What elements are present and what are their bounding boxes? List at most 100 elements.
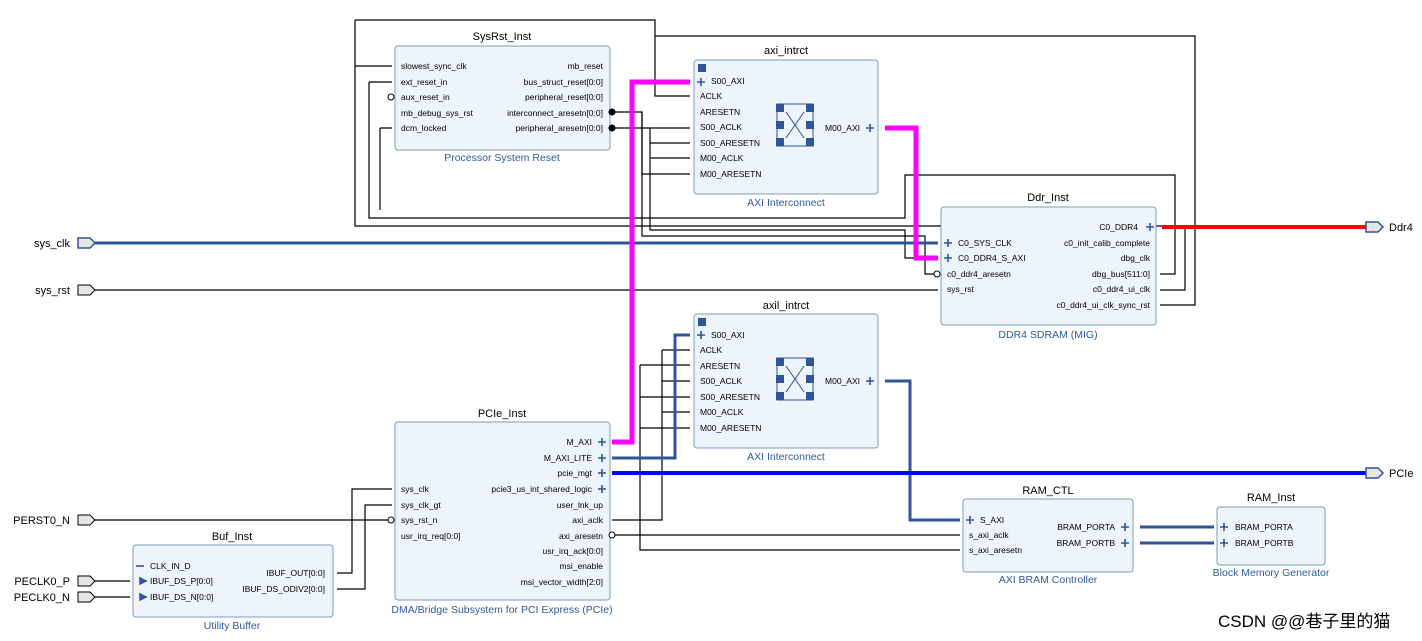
svg-text:S00_AXI: S00_AXI [711, 330, 745, 340]
watermark: CSDN @@巷子里的猫 [1218, 612, 1390, 631]
svg-text:ext_reset_in: ext_reset_in [401, 77, 448, 87]
port-pcie[interactable]: PCIe [1365, 467, 1413, 480]
svg-text:s_axi_aclk: s_axi_aclk [969, 530, 1009, 540]
svg-text:pcie_mgt: pcie_mgt [558, 468, 593, 478]
svg-text:PECLK0_N: PECLK0_N [14, 592, 70, 604]
svg-text:bus_struct_reset[0:0]: bus_struct_reset[0:0] [524, 77, 603, 87]
svg-text:AXI BRAM Controller: AXI BRAM Controller [999, 574, 1098, 586]
svg-text:S00_ARESETN: S00_ARESETN [700, 138, 760, 148]
svg-text:C0_SYS_CLK: C0_SYS_CLK [958, 238, 1012, 248]
port-sys-rst[interactable]: sys_rst [35, 284, 96, 297]
svg-text:M00_ARESETN: M00_ARESETN [700, 169, 761, 179]
port-ddr4[interactable]: Ddr4 [1365, 221, 1413, 234]
block-axil-intrct[interactable]: axil_intrct S00_AXI ACLK ARESETN S00_ACL… [693, 300, 879, 463]
svg-text:IBUF_DS_N[0:0]: IBUF_DS_N[0:0] [150, 592, 213, 602]
port-peclk0-n[interactable]: PECLK0_N [14, 591, 96, 604]
svg-text:RAM_CTL: RAM_CTL [1022, 485, 1073, 497]
svg-text:aux_reset_in: aux_reset_in [401, 92, 450, 102]
axi2-output: M00_AXI [825, 376, 860, 386]
svg-text:IBUF_DS_P[0:0]: IBUF_DS_P[0:0] [150, 576, 213, 586]
svg-text:axil_intrct: axil_intrct [763, 300, 809, 312]
svg-text:c0_init_calib_complete: c0_init_calib_complete [1064, 238, 1150, 248]
svg-text:AXI Interconnect: AXI Interconnect [747, 197, 825, 209]
svg-text:peripheral_aresetn[0:0]: peripheral_aresetn[0:0] [516, 123, 603, 133]
svg-text:c0_ddr4_aresetn: c0_ddr4_aresetn [947, 269, 1011, 279]
svg-text:SysRst_Inst: SysRst_Inst [473, 31, 532, 43]
svg-text:user_lnk_up: user_lnk_up [557, 500, 604, 510]
svg-text:sys_rst_n: sys_rst_n [401, 515, 438, 525]
svg-text:Buf_Inst: Buf_Inst [212, 531, 252, 543]
svg-text:axi_intrct: axi_intrct [764, 45, 808, 57]
svg-text:Block Memory Generator: Block Memory Generator [1213, 567, 1330, 579]
block-ddr[interactable]: Ddr_Inst C0_SYS_CLK C0_DDR4_S_AXI c0_ddr… [933, 192, 1157, 341]
svg-text:S_AXI: S_AXI [980, 515, 1004, 525]
svg-text:sys_rst: sys_rst [947, 284, 975, 294]
svg-text:BRAM_PORTB: BRAM_PORTB [1057, 538, 1116, 548]
svg-text:PECLK0_P: PECLK0_P [14, 576, 70, 588]
block-ram-ctl[interactable]: RAM_CTL S_AXI s_axi_aclk s_axi_aresetn B… [962, 485, 1134, 586]
svg-text:mb_debug_sys_rst: mb_debug_sys_rst [401, 108, 473, 118]
svg-text:CLK_IN_D: CLK_IN_D [150, 561, 191, 571]
svg-text:msi_vector_width[2:0]: msi_vector_width[2:0] [521, 577, 603, 587]
block-axi-intrct[interactable]: axi_intrct S00_AXI ACLK ARESETN S00_ACLK… [693, 45, 879, 209]
svg-text:usr_irq_req[0:0]: usr_irq_req[0:0] [401, 531, 461, 541]
svg-text:PCIe: PCIe [1389, 468, 1413, 480]
svg-text:S00_ARESETN: S00_ARESETN [700, 392, 760, 402]
svg-text:axi_aresetn: axi_aresetn [559, 531, 603, 541]
svg-text:IBUF_DS_ODIV2[0:0]: IBUF_DS_ODIV2[0:0] [242, 584, 325, 594]
svg-text:c0_ddr4_ui_clk: c0_ddr4_ui_clk [1093, 284, 1151, 294]
svg-text:ARESETN: ARESETN [700, 107, 740, 117]
block-sysrst[interactable]: SysRst_Inst slowest_sync_clk ext_reset_i… [387, 31, 616, 164]
svg-text:ACLK: ACLK [700, 345, 723, 355]
svg-text:DDR4 SDRAM (MIG): DDR4 SDRAM (MIG) [998, 329, 1097, 341]
svg-text:M_AXI: M_AXI [566, 437, 592, 447]
svg-text:BRAM_PORTB: BRAM_PORTB [1235, 538, 1294, 548]
svg-text:msi_enable: msi_enable [560, 561, 604, 571]
port-perst0-n[interactable]: PERST0_N [13, 514, 96, 527]
svg-text:pcie3_us_int_shared_logic: pcie3_us_int_shared_logic [491, 484, 592, 494]
svg-text:M00_ARESETN: M00_ARESETN [700, 423, 761, 433]
svg-text:s_axi_aresetn: s_axi_aresetn [969, 545, 1022, 555]
port-sys-clk[interactable]: sys_clk [34, 237, 97, 250]
svg-text:usr_irq_ack[0:0]: usr_irq_ack[0:0] [543, 546, 603, 556]
svg-text:RAM_Inst: RAM_Inst [1247, 492, 1295, 504]
svg-text:M00_ACLK: M00_ACLK [700, 407, 744, 417]
block-buf[interactable]: Buf_Inst CLK_IN_D IBUF_DS_P[0:0] IBUF_DS… [132, 531, 334, 632]
svg-text:axi_aclk: axi_aclk [572, 515, 603, 525]
svg-text:M00_ACLK: M00_ACLK [700, 153, 744, 163]
svg-text:sys_clk: sys_clk [401, 484, 430, 494]
svg-text:sys_clk: sys_clk [34, 238, 71, 250]
svg-text:peripheral_reset[0:0]: peripheral_reset[0:0] [525, 92, 603, 102]
svg-text:S00_AXI: S00_AXI [711, 76, 745, 86]
svg-text:Ddr4: Ddr4 [1389, 222, 1413, 234]
svg-text:ACLK: ACLK [700, 91, 723, 101]
svg-text:S00_ACLK: S00_ACLK [700, 376, 742, 386]
svg-text:DMA/Bridge Subsystem for PCI E: DMA/Bridge Subsystem for PCI Express (PC… [391, 604, 612, 616]
port-peclk0-p[interactable]: PECLK0_P [14, 575, 96, 588]
svg-text:c0_ddr4_ui_clk_sync_rst: c0_ddr4_ui_clk_sync_rst [1056, 300, 1150, 310]
block-ram[interactable]: RAM_Inst BRAM_PORTA BRAM_PORTB Block Mem… [1213, 492, 1330, 579]
svg-text:dcm_locked: dcm_locked [401, 123, 447, 133]
svg-text:PCIe_Inst: PCIe_Inst [478, 408, 526, 420]
svg-text:C0_DDR4_S_AXI: C0_DDR4_S_AXI [958, 253, 1026, 263]
svg-text:BRAM_PORTA: BRAM_PORTA [1057, 522, 1115, 532]
svg-text:M_AXI_LITE: M_AXI_LITE [544, 453, 593, 463]
svg-text:sys_rst: sys_rst [35, 285, 70, 297]
svg-text:Ddr_Inst: Ddr_Inst [1027, 192, 1069, 204]
svg-text:AXI Interconnect: AXI Interconnect [747, 451, 825, 463]
svg-text:dbg_bus[511:0]: dbg_bus[511:0] [1092, 269, 1150, 279]
svg-text:S00_ACLK: S00_ACLK [700, 122, 742, 132]
axi1-output: M00_AXI [825, 123, 860, 133]
svg-text:ARESETN: ARESETN [700, 361, 740, 371]
svg-text:IBUF_OUT[0:0]: IBUF_OUT[0:0] [266, 568, 325, 578]
block-pcie[interactable]: PCIe_Inst sys_clk sys_clk_gt sys_rst_n u… [387, 408, 616, 616]
svg-text:sys_clk_gt: sys_clk_gt [401, 500, 441, 510]
svg-text:interconnect_aresetn[0:0]: interconnect_aresetn[0:0] [507, 108, 603, 118]
svg-text:BRAM_PORTA: BRAM_PORTA [1235, 522, 1293, 532]
svg-text:Utility Buffer: Utility Buffer [204, 620, 261, 632]
svg-text:dbg_clk: dbg_clk [1121, 253, 1151, 263]
svg-text:mb_reset: mb_reset [568, 61, 604, 71]
svg-text:slowest_sync_clk: slowest_sync_clk [401, 61, 467, 71]
svg-text:C0_DDR4: C0_DDR4 [1099, 222, 1138, 232]
svg-text:Processor System Reset: Processor System Reset [444, 152, 560, 164]
